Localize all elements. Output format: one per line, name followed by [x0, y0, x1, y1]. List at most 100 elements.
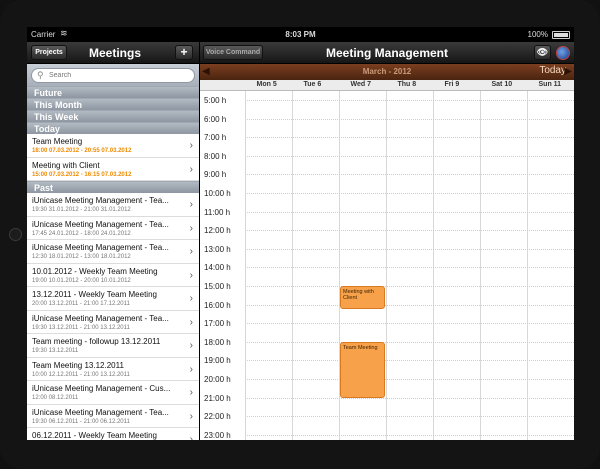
hour-row[interactable]: 17:00 h	[200, 314, 574, 333]
day-label[interactable]: Sat 10	[492, 81, 513, 88]
list-item[interactable]: 06.12.2011 - Weekly Team Meeting ›	[27, 428, 199, 440]
item-time: 19:30 06.12.2011 - 21:00 06.12.2011	[32, 418, 130, 425]
hour-label: 11:00 h	[204, 207, 231, 217]
item-time: 19:30 31.01.2012 - 21:00 31.01.2012	[32, 207, 131, 213]
list-item[interactable]: Team meeting - followup 13.12.2011 19:30 …	[27, 334, 199, 358]
projects-button[interactable]: Projects	[31, 45, 67, 60]
hour-label: 22:00 h	[204, 412, 231, 422]
calendar-title: Meeting Management	[325, 46, 448, 60]
battery-percent: 100%	[527, 30, 548, 39]
day-label[interactable]: Sun 11	[539, 81, 562, 88]
hour-row[interactable]: 11:00 h	[200, 203, 574, 222]
battery-icon	[552, 31, 570, 39]
hour-label: 18:00 h	[204, 337, 231, 347]
day-label[interactable]: Mon 5	[257, 81, 277, 88]
hour-label: 17:00 h	[204, 319, 231, 329]
item-title: iUnicase Meeting Management - Tea...	[32, 219, 169, 229]
hour-label: 10:00 h	[204, 189, 231, 198]
hour-label: 5:00 h	[204, 96, 227, 105]
list-item[interactable]: iUnicase Meeting Management - Tea... 19:3…	[27, 404, 199, 428]
hour-divider	[245, 379, 574, 380]
hour-divider	[245, 304, 574, 306]
hour-row[interactable]: 8:00 h	[200, 147, 574, 166]
day-header: Mon 5 Tue 6 Wed 7 Thu 8 Fri 9 Sat 10 Sun 11	[200, 80, 574, 91]
list-item[interactable]: iUnicase Meeting Management - Tea... 12:3…	[27, 240, 199, 264]
hour-row[interactable]: 6:00 h	[200, 110, 574, 129]
list-item[interactable]: iUnicase Meeting Management - Cus... 12:0…	[27, 381, 199, 405]
chevron-right-icon: ›	[189, 434, 193, 440]
search-input[interactable]	[49, 70, 189, 81]
hour-row[interactable]: 20:00 h	[200, 370, 574, 389]
day-label[interactable]: Fri 9	[445, 81, 460, 88]
chevron-right-icon: ›	[189, 140, 193, 151]
hour-divider	[245, 341, 574, 343]
hour-row[interactable]: 16:00 h	[200, 296, 574, 315]
calendar-event[interactable]: Meeting with Client	[340, 286, 385, 310]
list-item[interactable]: iUnicase Meeting Management - Tea... 19:3…	[27, 193, 199, 217]
section-this-month[interactable]: This Month	[27, 98, 199, 110]
calendar-event[interactable]: Team Meeting	[340, 341, 385, 398]
eye-icon[interactable]: 👁	[534, 45, 551, 60]
hour-row[interactable]: 7:00 h	[200, 128, 574, 147]
home-button[interactable]	[9, 228, 22, 241]
hour-row[interactable]: 13:00 h	[200, 240, 574, 259]
day-label[interactable]: Thu 8	[398, 81, 417, 88]
hour-divider	[245, 286, 574, 287]
item-title: 06.12.2011 - Weekly Team Meeting	[32, 431, 157, 440]
chevron-right-icon: ›	[189, 363, 193, 375]
hour-divider	[245, 248, 574, 250]
hour-row[interactable]: 10:00 h	[200, 184, 574, 203]
hour-row[interactable]: 21:00 h	[200, 389, 574, 408]
next-month-icon[interactable]: ▶	[564, 66, 572, 77]
item-title: iUnicase Meeting Management - Tea...	[32, 196, 169, 205]
item-title: 13.12.2011 - Weekly Team Meeting	[32, 290, 157, 299]
hour-row[interactable]: 9:00 h	[200, 165, 574, 184]
meetings-title: Meetings	[89, 46, 142, 60]
chevron-right-icon: ›	[189, 410, 193, 422]
hour-row[interactable]: 22:00 h	[200, 407, 574, 426]
search-icon: ⚲	[37, 70, 44, 80]
hour-row[interactable]: 12:00 h	[200, 221, 574, 240]
hour-divider	[245, 323, 574, 325]
search-box[interactable]: ⚲	[31, 68, 195, 83]
hour-row[interactable]: 18:00 h	[200, 333, 574, 352]
today-button[interactable]: Today	[539, 65, 566, 76]
item-title: iUnicase Meeting Management - Tea...	[32, 407, 169, 417]
status-time: 8:03 PM	[285, 30, 316, 39]
meetings-navbar: Projects Meetings +	[27, 42, 199, 64]
list-item[interactable]: iUnicase Meeting Management - Tea... 19:3…	[27, 310, 199, 334]
hour-label: 14:00 h	[204, 263, 231, 273]
item-time: 20:00 13.12.2011 - 21:00 17.12.2011	[32, 301, 130, 307]
item-title: iUnicase Meeting Management - Tea...	[32, 313, 169, 323]
hour-label: 8:00 h	[204, 151, 227, 161]
hour-row[interactable]: 14:00 h	[200, 258, 574, 277]
item-title: iUnicase Meeting Management - Tea...	[32, 243, 169, 252]
add-meeting-button[interactable]: +	[175, 45, 193, 60]
calendar-pane: Voice Command Meeting Management 👁 ◀ Mar…	[200, 42, 574, 440]
day-label[interactable]: Wed 7	[351, 81, 372, 88]
list-item[interactable]: Team Meeting 18:00 07.03.2012 - 20:55 07…	[27, 134, 199, 158]
globe-icon[interactable]	[556, 46, 570, 60]
hour-row[interactable]: 15:00 h	[200, 277, 574, 296]
hour-row[interactable]: 23:00 h	[200, 426, 574, 440]
hour-row[interactable]: 5:00 h	[200, 91, 574, 110]
item-time: 18:00 07.03.2012 - 20:55 07.03.2012	[32, 148, 132, 154]
search-bar: ⚲	[27, 64, 199, 86]
list-item[interactable]: 10.01.2012 - Weekly Team Meeting 19:00 10…	[27, 263, 199, 287]
list-item[interactable]: iUnicase Meeting Management - Tea... 17:4…	[27, 216, 199, 240]
list-item[interactable]: 13.12.2011 - Weekly Team Meeting 20:00 13…	[27, 287, 199, 311]
hour-label: 6:00 h	[204, 114, 227, 124]
section-future[interactable]: Future	[27, 86, 199, 98]
hour-row[interactable]: 19:00 h	[200, 351, 574, 370]
section-this-week[interactable]: This Week	[27, 110, 199, 122]
chevron-right-icon: ›	[189, 163, 193, 175]
hour-divider	[245, 118, 574, 120]
chevron-right-icon: ›	[189, 293, 193, 304]
list-item[interactable]: Team Meeting 13.12.2011 10:00 12.12.2011 …	[27, 357, 199, 381]
item-time: 19:30 13.12.2011 - 21:00 13.12.2011	[32, 324, 130, 331]
list-item[interactable]: Meeting with Client 15:00 07.03.2012 - 1…	[27, 157, 199, 181]
hour-label: 15:00 h	[204, 282, 231, 291]
screen: Carrier ≋ 8:03 PM 100% Projects Meetings…	[27, 27, 574, 440]
meetings-pane: Projects Meetings + ⚲ Future This Month …	[27, 42, 199, 440]
day-label[interactable]: Tue 6	[304, 81, 322, 88]
